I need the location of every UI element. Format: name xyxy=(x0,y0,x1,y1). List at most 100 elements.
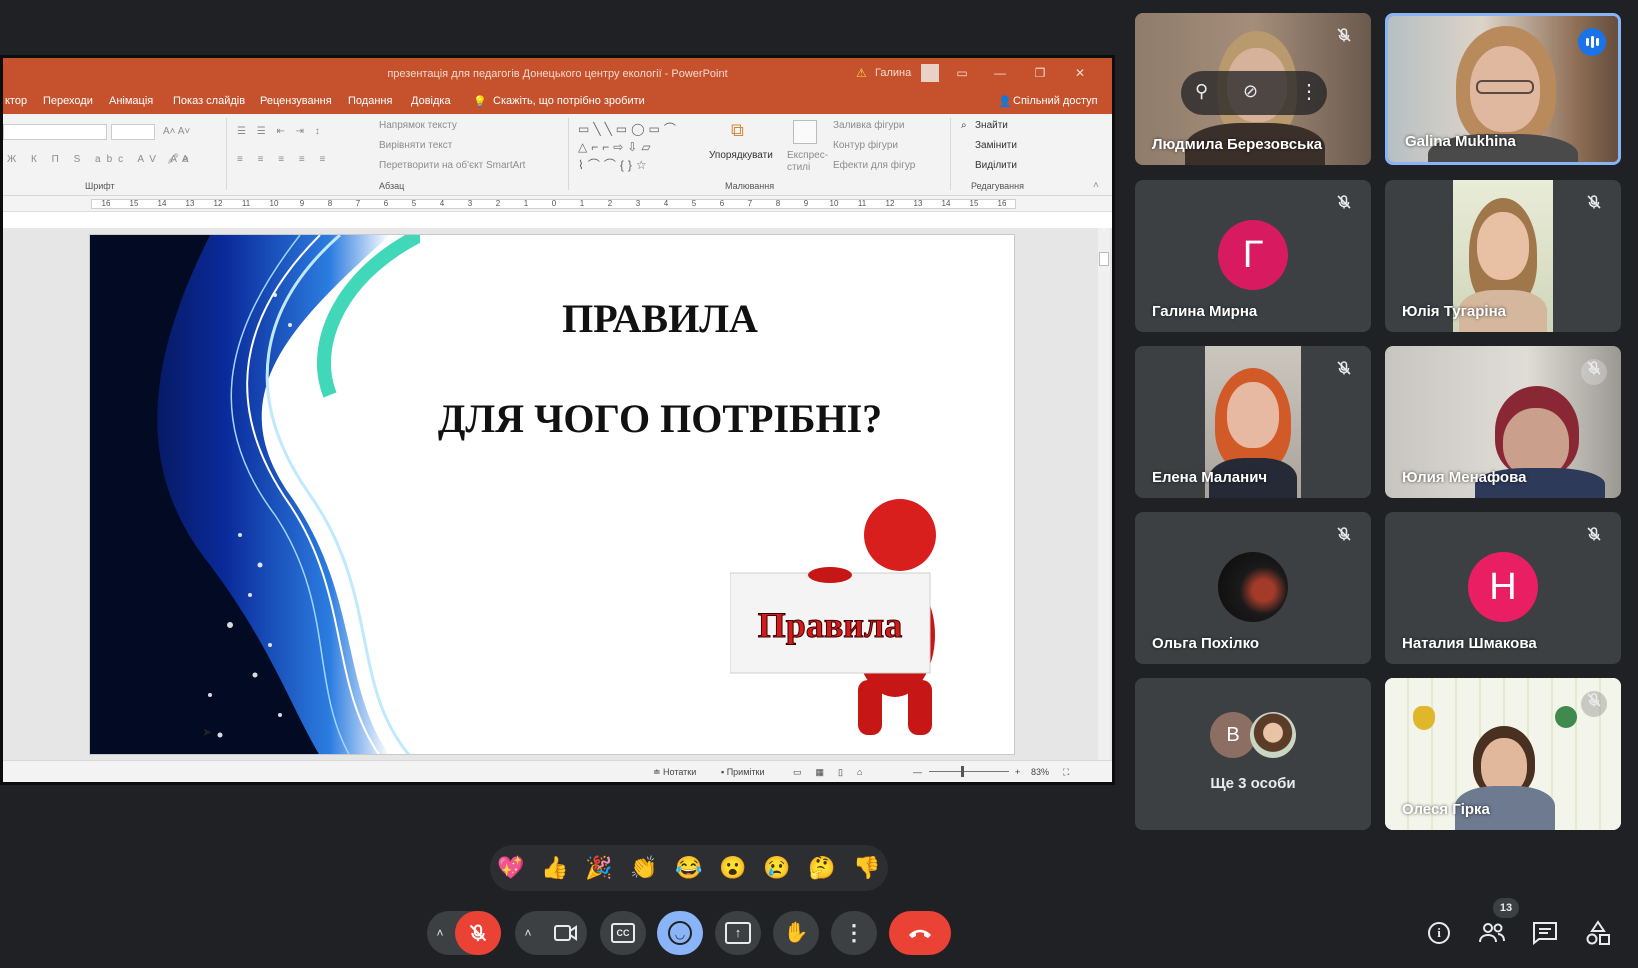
lightbulb-icon: 💡 xyxy=(473,96,487,108)
share-button[interactable]: Спільний доступ xyxy=(1013,95,1098,107)
participant-count-badge: 13 xyxy=(1493,898,1519,918)
shape-fill-button[interactable]: Заливка фігури xyxy=(833,120,904,131)
view-buttons[interactable]: ▭▦▯⌂ xyxy=(793,767,876,778)
ruler-tick-label: 15 xyxy=(129,199,139,208)
ribbon-separator xyxy=(568,118,569,190)
camera-icon[interactable] xyxy=(543,911,587,955)
quick-styles-icon[interactable] xyxy=(793,120,817,144)
participant-tile[interactable]: Ольга Похілко xyxy=(1135,512,1371,664)
participant-tile[interactable]: ⚲ ⊘ ⋮ Людмила Березовська xyxy=(1135,13,1371,165)
zoom-out-button[interactable]: — xyxy=(913,767,922,777)
participant-name: Людмила Березовська xyxy=(1152,136,1323,153)
tab-constructor[interactable]: ктор xyxy=(5,95,27,107)
replace-button[interactable]: Замінити xyxy=(975,140,1017,151)
ruler-tick-label: 8 xyxy=(327,199,333,208)
ruler-tick-label: 13 xyxy=(913,199,923,208)
reaction-heart[interactable]: 💖 xyxy=(496,854,526,882)
reaction-sad[interactable]: 😢 xyxy=(762,854,792,882)
reaction-party[interactable]: 🎉 xyxy=(584,854,614,882)
restore-icon[interactable]: ❐ xyxy=(1031,64,1049,82)
more-options-icon[interactable]: ⋮ xyxy=(1299,79,1319,104)
end-call-icon xyxy=(909,929,931,938)
reaction-surprised[interactable]: 😮 xyxy=(718,854,748,882)
grow-font-icon[interactable]: A˄ A˅ xyxy=(163,126,190,137)
tab-animation[interactable]: Анімація xyxy=(109,95,153,107)
text-direction-button[interactable]: Напрямок тексту xyxy=(379,120,457,131)
minimize-icon[interactable]: — xyxy=(991,64,1009,82)
reaction-thumbs-down[interactable]: 👎 xyxy=(852,854,882,882)
participant-tile[interactable]: Н Наталия Шмакова xyxy=(1385,512,1621,664)
font-color-icon[interactable]: 🖍 A xyxy=(167,154,189,165)
collapse-ribbon-icon[interactable]: ˄ xyxy=(1093,180,1099,191)
tab-review[interactable]: Рецензування xyxy=(260,95,332,107)
shared-screen: презентація для педагогів Донецького цен… xyxy=(0,55,1115,785)
speaking-indicator-icon xyxy=(1578,28,1606,56)
ribbon-options-icon[interactable]: ▭ xyxy=(953,64,971,82)
participant-tile[interactable]: Г Галина Мирна xyxy=(1135,180,1371,332)
smartart-button[interactable]: Перетворити на об'єкт SmartArt xyxy=(379,160,525,171)
align-icons[interactable]: ≡ ≡ ≡ ≡ ≡ xyxy=(237,154,331,165)
captions-button[interactable]: CC xyxy=(600,911,646,955)
camera-control[interactable]: ˄ xyxy=(515,911,587,955)
tab-help[interactable]: Довідка xyxy=(411,95,451,107)
tab-transitions[interactable]: Переходи xyxy=(43,95,93,107)
align-text-button[interactable]: Вирівняти текст xyxy=(379,140,452,151)
fit-slide-icon[interactable]: ⛶ xyxy=(1063,767,1069,778)
participant-tile-active-speaker[interactable]: Galina Mukhina xyxy=(1385,13,1621,165)
microphone-control[interactable]: ˄ xyxy=(427,911,501,955)
close-icon[interactable]: ✕ xyxy=(1071,64,1089,82)
chevron-up-icon[interactable]: ˄ xyxy=(515,911,541,955)
participant-name: Олеся Гірка xyxy=(1402,801,1490,818)
tab-view[interactable]: Подання xyxy=(348,95,392,107)
ruler-tick-label: 1 xyxy=(579,199,585,208)
mic-off-icon[interactable] xyxy=(455,911,501,955)
chat-icon[interactable] xyxy=(1530,918,1560,948)
tell-me-search[interactable]: Скажіть, що потрібно зробити xyxy=(493,95,645,107)
find-button[interactable]: Знайти xyxy=(975,120,1008,131)
arrange-button[interactable]: Упорядкувати xyxy=(709,150,773,161)
reaction-clap[interactable]: 👏 xyxy=(629,854,659,882)
shapes-gallery[interactable]: ▭╲╲▭◯▭⌒ △⌐⌐⇨⇩▱ ⌇⌒⌒{}☆ xyxy=(578,120,700,176)
shape-outline-button[interactable]: Контур фігури xyxy=(833,140,898,151)
reaction-thumbs-up[interactable]: 👍 xyxy=(540,854,570,882)
mute-participant-icon[interactable]: ⊘ xyxy=(1243,81,1258,102)
ruler-tick-label: 9 xyxy=(299,199,305,208)
avatar xyxy=(1218,552,1288,622)
quick-styles-button[interactable]: Експрес-стилі xyxy=(787,150,828,174)
reaction-laugh[interactable]: 😂 xyxy=(674,854,704,882)
raise-hand-button[interactable]: ✋ xyxy=(773,911,819,955)
emoji-button[interactable]: ◡ xyxy=(657,911,703,955)
ribbon-separator xyxy=(950,118,951,190)
shape-effects-button[interactable]: Ефекти для фігур xyxy=(833,160,915,171)
select-button[interactable]: Виділити xyxy=(975,160,1017,171)
present-button[interactable]: ↑ xyxy=(715,911,761,955)
ruler-tick-label: 15 xyxy=(969,199,979,208)
font-size-combo[interactable] xyxy=(111,124,155,140)
participant-tile[interactable]: Елена Маланич xyxy=(1135,346,1371,498)
comments-button[interactable]: ▪ Примітки xyxy=(721,767,764,777)
vertical-scrollbar[interactable] xyxy=(1098,228,1110,763)
more-options-button[interactable]: ⋮ xyxy=(831,911,877,955)
reaction-thinking[interactable]: 🤔 xyxy=(807,854,837,882)
participant-tile[interactable]: Юлія Тугаріна xyxy=(1385,180,1621,332)
font-name-combo[interactable] xyxy=(3,124,107,140)
list-icons[interactable]: ☰ ☰ ⇤ ⇥ ↕ xyxy=(237,126,324,137)
notes-button[interactable]: ≐ Нотатки xyxy=(653,767,696,778)
ruler-tick-label: 12 xyxy=(213,199,223,208)
zoom-slider[interactable] xyxy=(929,771,1009,772)
end-call-button[interactable] xyxy=(889,911,951,955)
info-icon[interactable]: i xyxy=(1424,918,1454,948)
zoom-thumb[interactable] xyxy=(961,766,964,777)
people-icon[interactable] xyxy=(1477,918,1507,948)
participant-tile[interactable]: Олеся Гірка xyxy=(1385,678,1621,830)
more-participants-tile[interactable]: В Ще 3 особи xyxy=(1135,678,1371,830)
mouse-cursor-icon: ➤ xyxy=(202,725,213,739)
participant-tile[interactable]: Юлия Менафова xyxy=(1385,346,1621,498)
arrange-icon[interactable]: ⧉ xyxy=(731,120,744,141)
zoom-in-button[interactable]: + xyxy=(1015,767,1020,777)
chevron-up-icon[interactable]: ˄ xyxy=(427,911,453,955)
tab-slideshow[interactable]: Показ слайдів xyxy=(173,95,245,107)
pin-icon[interactable]: ⚲ xyxy=(1195,81,1208,102)
activities-icon[interactable] xyxy=(1583,918,1613,948)
scroll-thumb[interactable] xyxy=(1099,252,1109,266)
